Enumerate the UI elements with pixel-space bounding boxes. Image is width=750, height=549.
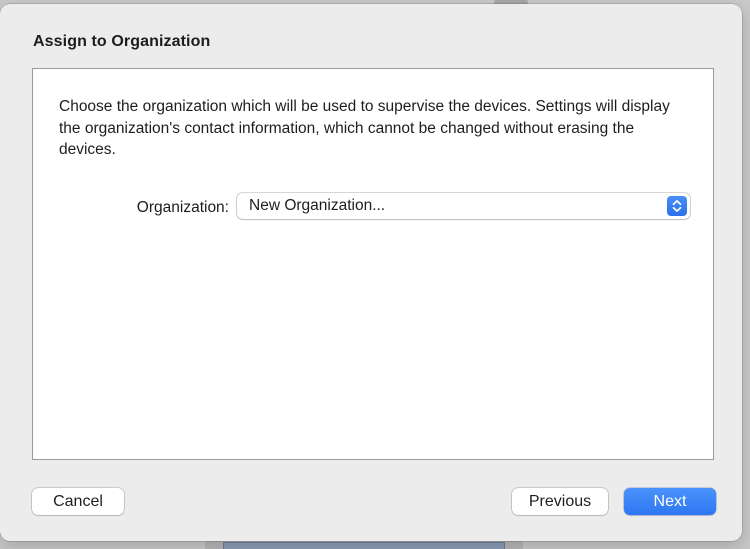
chevron-up-down-icon <box>667 196 687 216</box>
organization-selected-value: New Organization... <box>249 197 386 214</box>
previous-button[interactable]: Previous <box>512 488 608 515</box>
organization-label: Organization: <box>136 199 229 216</box>
assign-organization-sheet: Assign to Organization Choose the organi… <box>0 4 742 541</box>
backdrop-window <box>205 540 523 549</box>
content-panel: Choose the organization which will be us… <box>32 68 714 460</box>
backdrop-window-content <box>223 542 505 549</box>
organization-popup-button[interactable]: New Organization... <box>237 193 690 219</box>
description-text: Choose the organization which will be us… <box>59 98 670 158</box>
sheet-title: Assign to Organization <box>33 33 211 50</box>
cancel-button[interactable]: Cancel <box>32 488 124 515</box>
next-button[interactable]: Next <box>624 488 716 515</box>
